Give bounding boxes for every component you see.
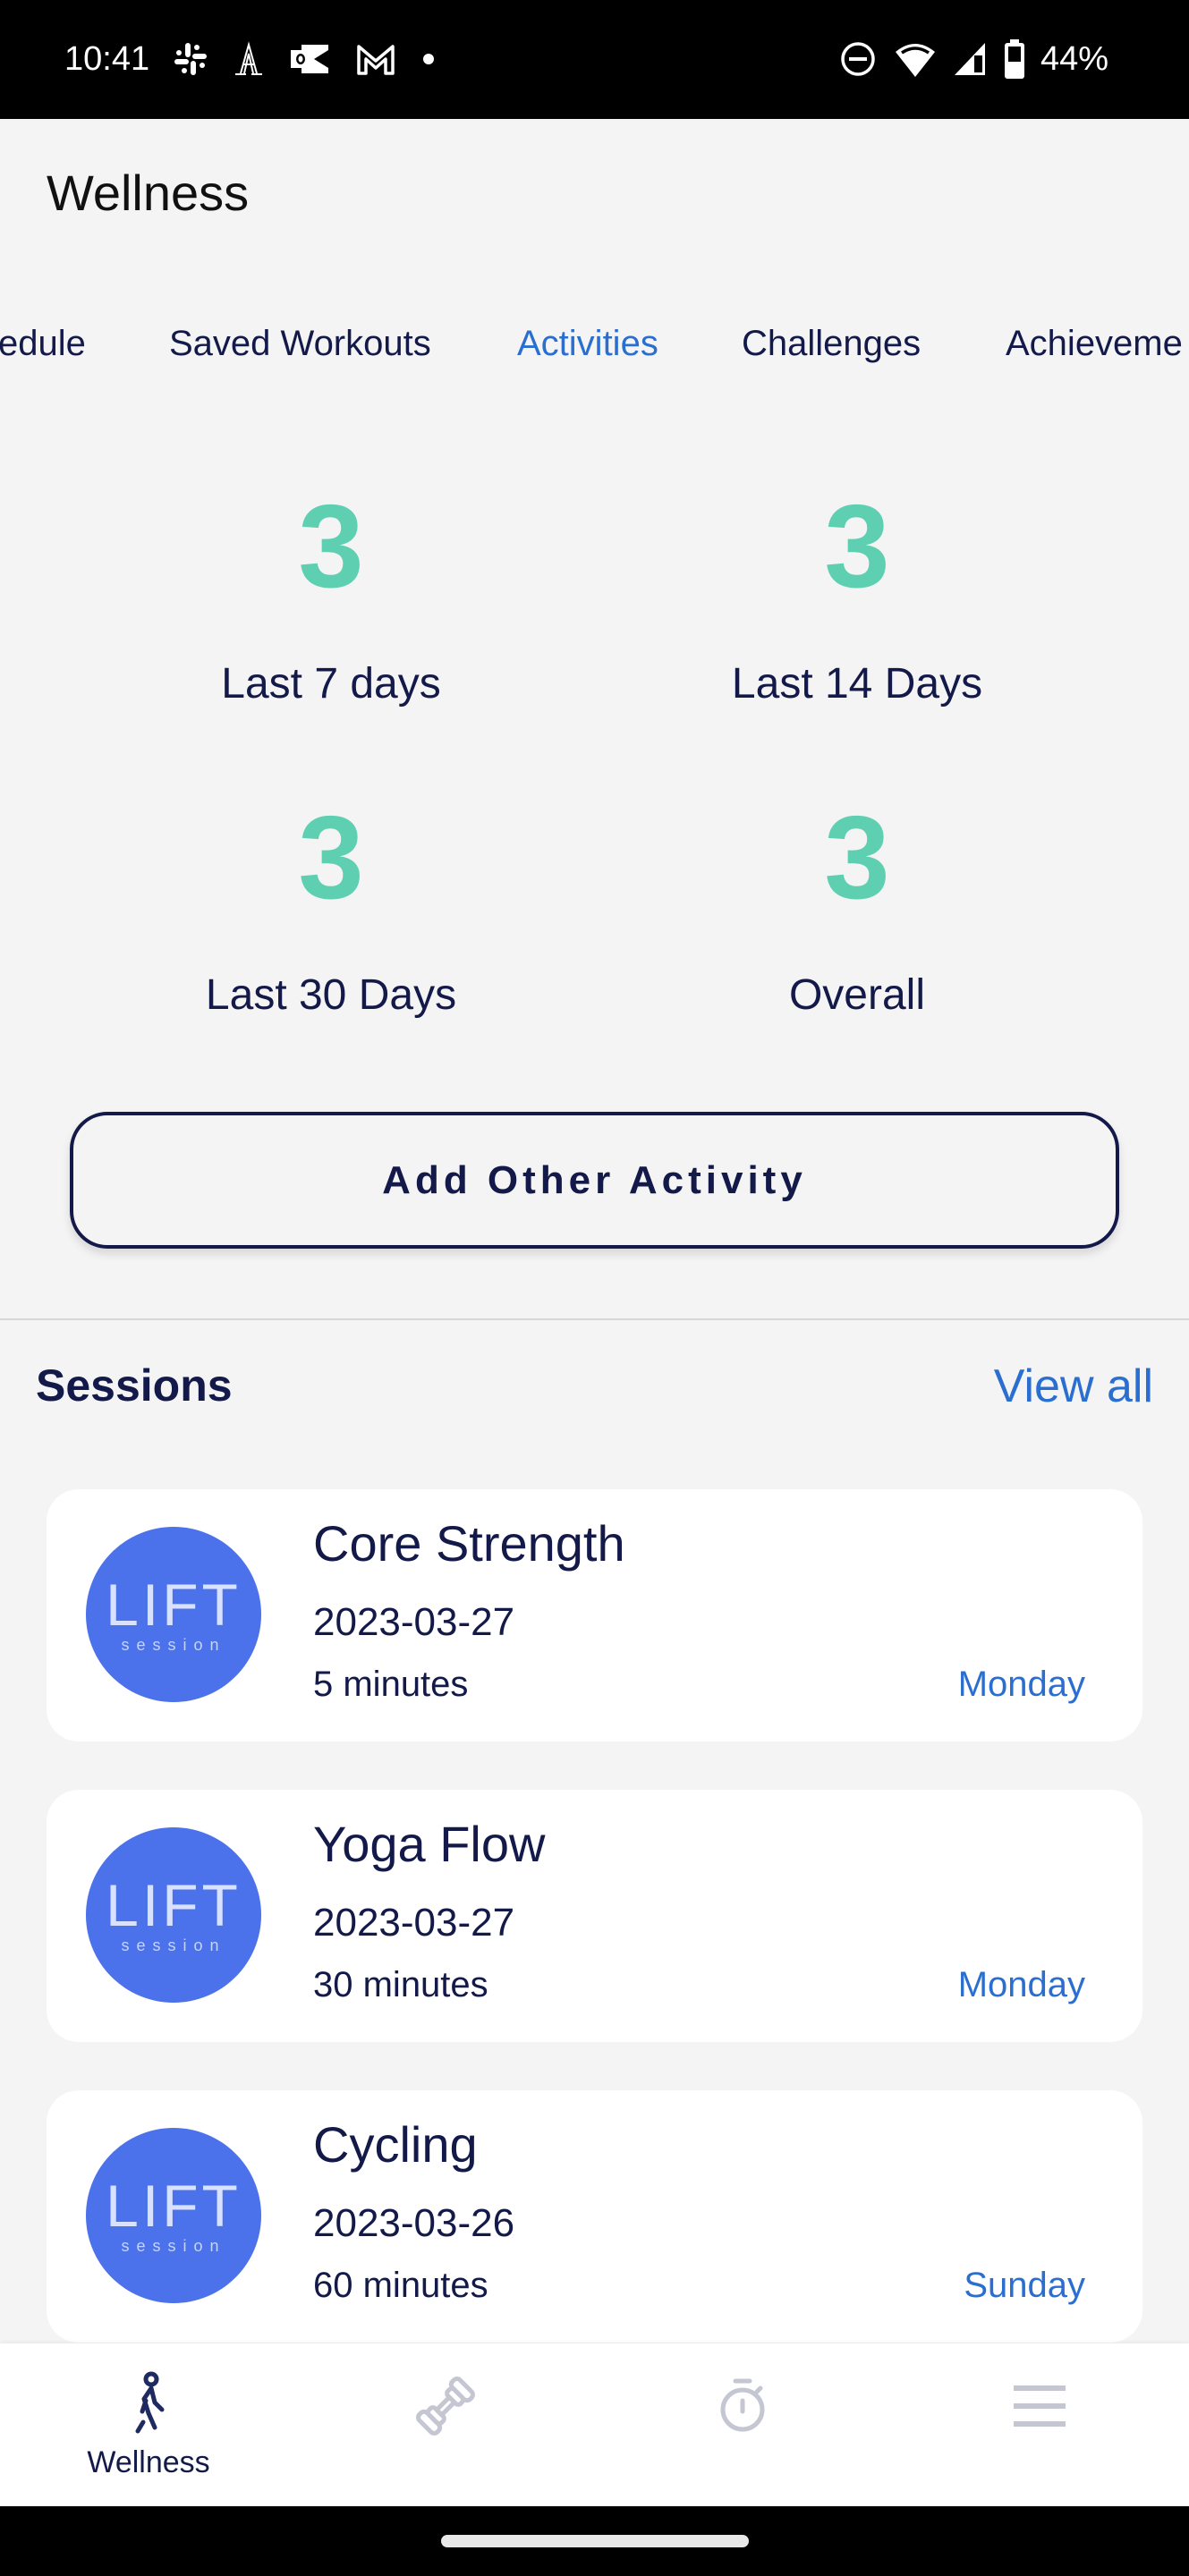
page-title: Wellness (47, 165, 250, 221)
session-thumbnail: LIFT session (86, 1527, 261, 1702)
more-dot-icon (420, 50, 437, 68)
tab-schedule[interactable]: edule (0, 324, 86, 364)
status-right: 44% (838, 36, 1108, 82)
stat-last-30-days: 3 Last 30 Days (107, 799, 555, 1020)
tab-challenges[interactable]: Challenges (742, 324, 921, 364)
wifi-icon (892, 39, 938, 79)
bottom-nav: Wellness (0, 2343, 1189, 2506)
session-thumbnail: LIFT session (86, 1827, 261, 2003)
thumbnail-logo-text: LIFT (106, 2172, 242, 2239)
session-name: Core Strength (313, 1515, 625, 1572)
stat-last-14-days: 3 Last 14 Days (633, 487, 1081, 708)
stopwatch-icon (707, 2370, 778, 2442)
signal-icon (953, 39, 989, 79)
outlook-icon (289, 41, 332, 77)
dumbbell-icon (410, 2370, 481, 2442)
session-thumbnail: LIFT session (86, 2128, 261, 2303)
session-name: Cycling (313, 2116, 478, 2173)
stat-overall: 3 Overall (633, 799, 1081, 1020)
sessions-title: Sessions (36, 1360, 233, 1411)
status-left: 10:41 (64, 36, 437, 82)
nav-label: Wellness (87, 2445, 210, 2479)
thumbnail-logo-text: LIFT (106, 1571, 242, 1638)
thumbnail-sub-text: session (121, 2236, 226, 2255)
app-header: Wellness (0, 119, 1189, 271)
thumbnail-sub-text: session (121, 1635, 226, 1654)
session-day: Monday (957, 1965, 1085, 2004)
nav-item-workouts[interactable] (356, 2343, 535, 2506)
system-navigation-bar (0, 2506, 1189, 2576)
session-card[interactable]: LIFT session Yoga Flow 2023-03-27 30 min… (47, 1790, 1142, 2042)
view-all-link[interactable]: View all (994, 1360, 1153, 1413)
stat-label: Last 14 Days (731, 660, 983, 708)
session-duration: 5 minutes (313, 1665, 469, 1704)
stat-last-7-days: 3 Last 7 days (107, 487, 555, 708)
stat-label: Overall (788, 971, 926, 1019)
battery-icon (1003, 38, 1026, 80)
stat-value: 3 (824, 792, 890, 923)
battery-percent: 44% (1040, 39, 1108, 78)
session-day: Monday (957, 1665, 1085, 1704)
gmail-icon (355, 41, 396, 77)
session-card[interactable]: LIFT session Cycling 2023-03-26 60 minut… (47, 2090, 1142, 2343)
tab-bar[interactable]: edule Saved Workouts Activities Challeng… (0, 313, 1189, 385)
tab-achievements[interactable]: Achieveme (1006, 324, 1183, 364)
divider (0, 1318, 1189, 1320)
stat-value: 3 (824, 480, 890, 612)
stat-label: Last 30 Days (205, 971, 457, 1019)
stat-value: 3 (298, 792, 364, 923)
session-duration: 30 minutes (313, 1965, 488, 2004)
walking-person-icon (113, 2370, 184, 2442)
status-time: 10:41 (64, 39, 150, 78)
session-date: 2023-03-26 (313, 2201, 515, 2245)
tab-saved-workouts[interactable]: Saved Workouts (169, 324, 431, 364)
tab-activities[interactable]: Activities (517, 324, 658, 364)
font-app-icon (232, 41, 266, 77)
thumbnail-sub-text: session (121, 1936, 226, 1954)
do-not-disturb-icon (838, 39, 878, 79)
session-card[interactable]: LIFT session Core Strength 2023-03-27 5 … (47, 1489, 1142, 1741)
session-duration: 60 minutes (313, 2266, 488, 2305)
add-other-activity-button[interactable]: Add Other Activity (70, 1112, 1119, 1249)
session-date: 2023-03-27 (313, 1600, 515, 1644)
session-day: Sunday (964, 2266, 1085, 2305)
thumbnail-logo-text: LIFT (106, 1871, 242, 1938)
stat-value: 3 (298, 480, 364, 612)
status-bar: 10:41 44% (0, 0, 1189, 119)
menu-icon (1004, 2370, 1075, 2442)
stat-label: Last 7 days (221, 660, 441, 708)
nav-item-wellness[interactable]: Wellness (59, 2343, 238, 2506)
nav-item-timer[interactable] (653, 2343, 832, 2506)
nav-item-menu[interactable] (950, 2343, 1129, 2506)
home-indicator[interactable] (441, 2535, 749, 2547)
slack-icon (173, 41, 208, 77)
session-name: Yoga Flow (313, 1816, 546, 1872)
session-date: 2023-03-27 (313, 1901, 515, 1945)
